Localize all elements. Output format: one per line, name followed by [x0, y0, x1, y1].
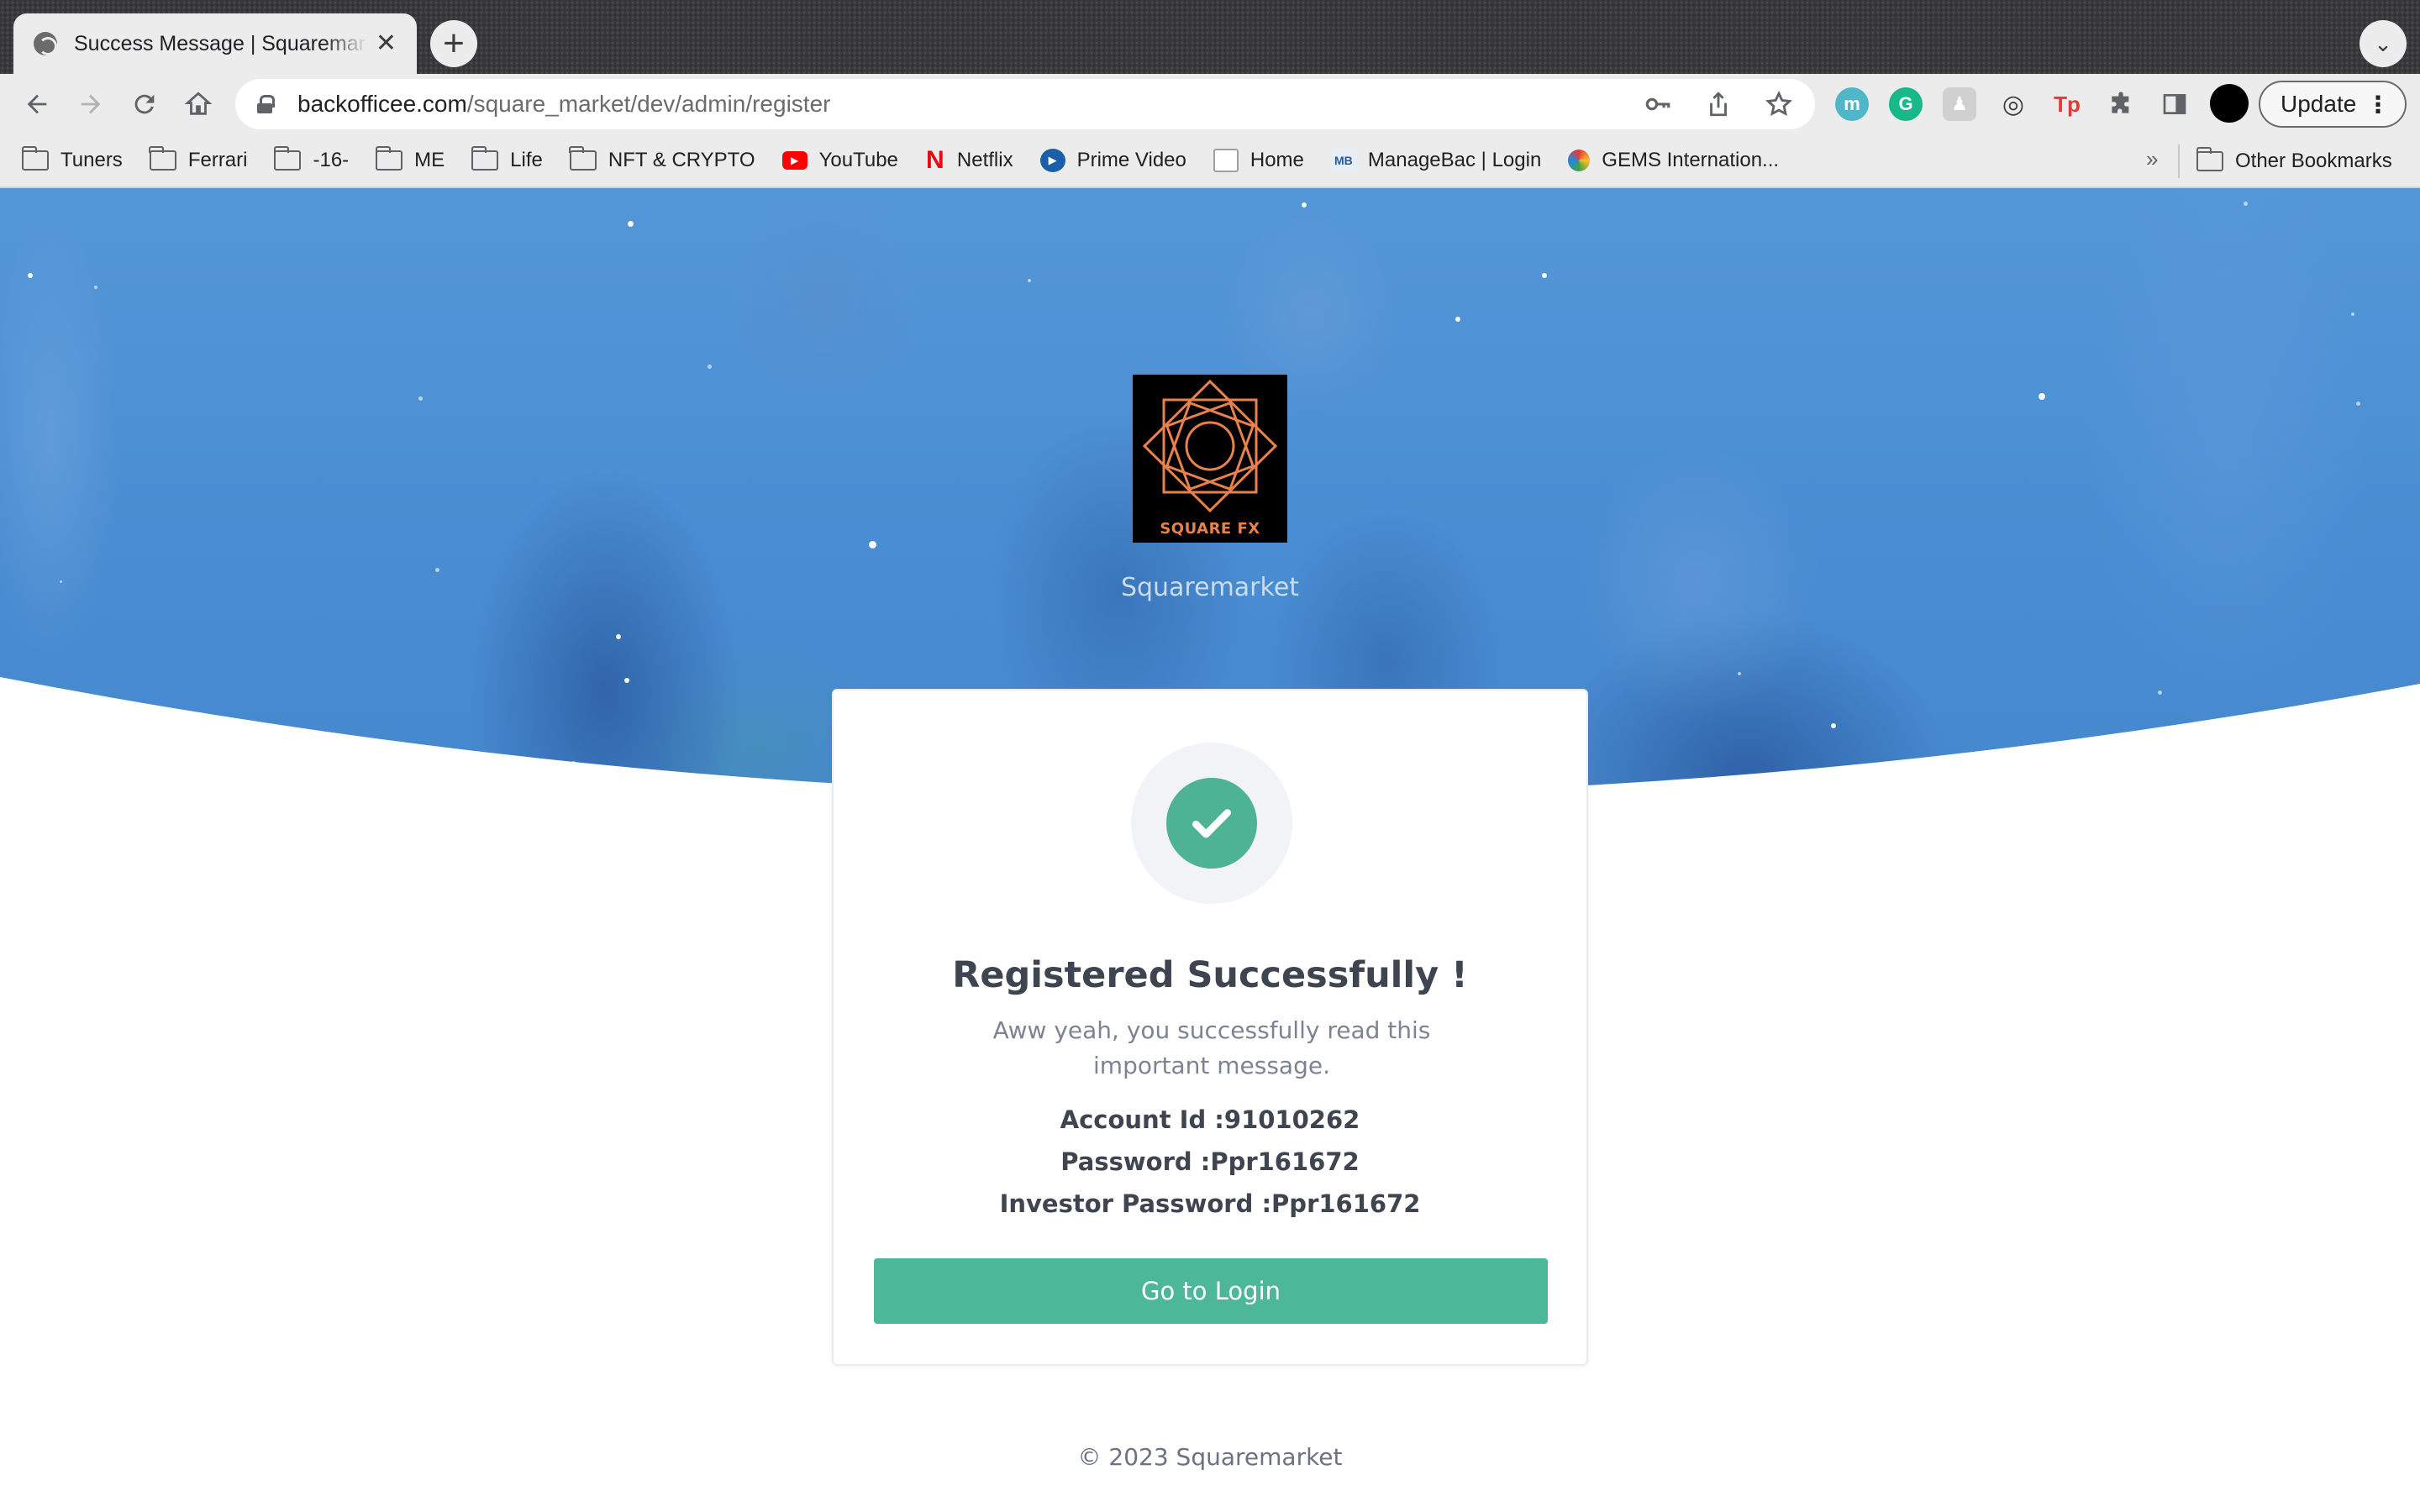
bookmark-ferrari[interactable]: Ferrari: [149, 146, 247, 172]
bookmark-other[interactable]: Other Bookmarks: [2196, 134, 2392, 188]
menu-icon[interactable]: ⋮: [2366, 91, 2390, 118]
folder-icon: [149, 146, 176, 171]
snow-dot: [1455, 317, 1460, 322]
folder-icon: [569, 146, 597, 171]
home-button[interactable]: [176, 82, 220, 126]
youtube-icon: ▶: [781, 151, 808, 170]
tab-search-button[interactable]: ⌄: [2360, 20, 2407, 67]
snow-dot: [59, 580, 62, 583]
square-fx-logo: SQUARE FX: [1133, 375, 1287, 543]
bookmark-nft-crypto[interactable]: NFT & CRYPTO: [569, 146, 755, 172]
snow-dot: [434, 567, 439, 572]
success-icon-ring: [1131, 743, 1292, 904]
home-page-icon: [1213, 149, 1239, 172]
snow-dot: [1028, 279, 1031, 282]
browser-toolbar: backofficee.com /square_market/dev/admin…: [0, 74, 2420, 134]
snow-dot: [2355, 401, 2360, 406]
prime-video-icon: ▶: [1039, 149, 1065, 172]
success-card: Registered Successfully ! Aww yeah, you …: [832, 689, 1588, 1366]
snow-dot: [418, 396, 423, 401]
snow-dot: [1302, 202, 1307, 207]
bookmarks-bar: Tuners Ferrari -16- ME Life NFT & CRYPTO…: [0, 134, 2420, 188]
logo-text: SQUARE FX: [1160, 520, 1260, 538]
close-icon[interactable]: ✕: [376, 31, 397, 56]
back-button[interactable]: [15, 82, 59, 126]
managebac-icon: MB: [1330, 149, 1356, 172]
page-content: SQUARE FX Squaremarket Registered Succes…: [0, 188, 2420, 1512]
snow-dot: [707, 364, 712, 369]
lock-icon: [257, 95, 275, 113]
forward-button[interactable]: [69, 82, 113, 126]
folder-icon: [375, 146, 403, 171]
snow-dot: [2243, 201, 2248, 206]
home-icon: [184, 92, 213, 115]
snow-dot: [2039, 393, 2045, 400]
bookmark-netflix[interactable]: N Netflix: [925, 146, 1013, 174]
bookmarks-overflow-button[interactable]: »: [2146, 146, 2158, 172]
bookmark-me[interactable]: ME: [375, 146, 445, 172]
footer-copyright: © 2023 Squaremarket: [1077, 1443, 1343, 1471]
snow-dot: [616, 634, 621, 639]
reload-button[interactable]: [123, 82, 166, 126]
success-message: Aww yeah, you successfully read this imp…: [992, 1016, 1431, 1079]
arrow-left-icon: [27, 94, 47, 114]
checkmark-icon: [1166, 778, 1257, 869]
extension-m-icon[interactable]: m: [1835, 87, 1869, 121]
bookmark-tuners[interactable]: Tuners: [21, 146, 123, 172]
grammarly-icon[interactable]: G: [1889, 87, 1923, 121]
update-button[interactable]: Update ⋮: [2259, 81, 2407, 128]
snow-dot: [627, 220, 634, 227]
success-title: Registered Successfully !: [952, 954, 1468, 996]
url-path: /square_market/dev/admin/register: [466, 91, 831, 117]
address-bar[interactable]: backofficee.com /square_market/dev/admin…: [235, 79, 1815, 129]
bookmark-youtube[interactable]: ▶ YouTube: [781, 149, 898, 172]
new-tab-button[interactable]: +: [430, 20, 477, 67]
side-panel-icon[interactable]: [2158, 87, 2191, 121]
bookmark-gems[interactable]: GEMS Internation...: [1568, 149, 1779, 172]
snow-dot: [28, 273, 33, 278]
reload-icon: [134, 94, 155, 114]
bookmark-prime-video[interactable]: ▶ Prime Video: [1039, 149, 1186, 172]
go-to-login-button[interactable]: Go to Login: [874, 1258, 1548, 1324]
netflix-icon: N: [926, 146, 944, 174]
snow-dot: [868, 540, 876, 549]
extension-circle-icon[interactable]: ◎: [1996, 87, 2030, 121]
password: Password :Ppr161672: [1060, 1147, 1360, 1176]
folder-icon: [273, 146, 302, 171]
bookmark-16[interactable]: -16-: [273, 146, 349, 172]
extension-tp-icon[interactable]: Tp: [2050, 87, 2084, 121]
star-icon[interactable]: [1765, 90, 1793, 118]
snow-dot: [1542, 273, 1547, 278]
snow-dot: [2351, 312, 2354, 316]
bookmark-managebac[interactable]: MB ManageBac | Login: [1330, 149, 1541, 172]
browser-tab[interactable]: Success Message | Squaremarket ✕: [13, 13, 417, 74]
snow-dot: [94, 286, 97, 289]
browser-tabstrip: Success Message | Squaremarket ✕ + ⌄: [0, 0, 2420, 74]
account-id: Account Id :91010262: [1060, 1105, 1360, 1134]
globe-icon: [34, 32, 57, 55]
folder-icon: [21, 146, 49, 171]
profile-avatar[interactable]: [2210, 84, 2249, 123]
bookmarks-divider: [2178, 144, 2180, 178]
bookmark-life[interactable]: Life: [471, 146, 543, 172]
tab-title: Success Message | Squaremarket: [74, 31, 368, 55]
url-host: backofficee.com: [297, 91, 467, 117]
investor-password: Investor Password :Ppr161672: [999, 1189, 1421, 1218]
brand-name: Squaremarket: [1120, 573, 1300, 602]
folder-icon: [471, 146, 499, 171]
arrow-right-icon: [81, 94, 101, 114]
bookmark-home[interactable]: Home: [1213, 149, 1304, 172]
puzzle-icon[interactable]: [2104, 87, 2138, 121]
key-icon[interactable]: [1644, 90, 1672, 118]
folder-icon: [2196, 147, 2223, 171]
extension-figure-icon[interactable]: ♟: [1943, 87, 1976, 121]
share-icon[interactable]: [1704, 90, 1733, 118]
gems-icon: [1568, 150, 1591, 171]
